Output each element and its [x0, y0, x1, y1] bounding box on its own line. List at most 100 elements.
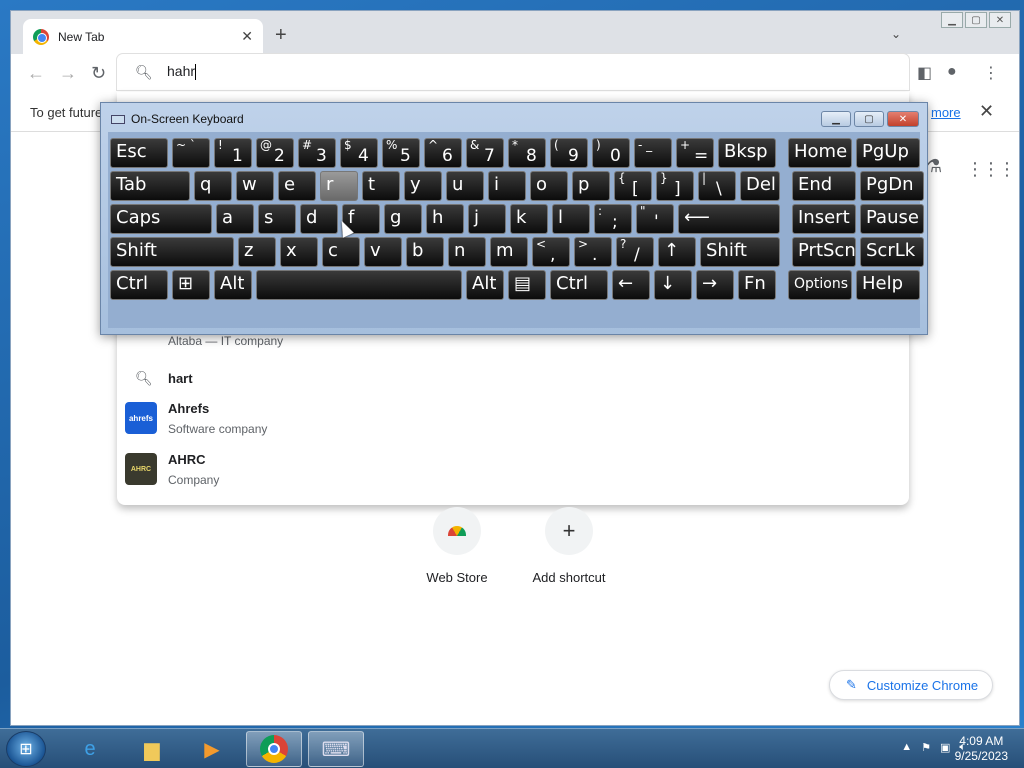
- key-0-7[interactable]: ^ 6: [424, 138, 462, 168]
- key-2-12[interactable]: ⟵: [678, 204, 780, 234]
- key-1-12[interactable]: }]: [656, 171, 694, 201]
- suggestion-ahrc[interactable]: AHRC AHRC Company: [117, 449, 909, 495]
- close-window-button[interactable]: ✕: [989, 12, 1011, 28]
- key-1-15[interactable]: End: [792, 171, 856, 201]
- key-2-9[interactable]: l: [552, 204, 590, 234]
- key-0-16[interactable]: PgUp: [856, 138, 920, 168]
- key-2-10[interactable]: :;: [594, 204, 632, 234]
- key-4-8[interactable]: ↓: [654, 270, 692, 300]
- key-1-8[interactable]: i: [488, 171, 526, 201]
- tab-new-tab[interactable]: New Tab ✕: [23, 19, 263, 54]
- back-icon[interactable]: ←: [27, 63, 45, 84]
- key-1-11[interactable]: {[: [614, 171, 652, 201]
- key-3-6[interactable]: n: [448, 237, 486, 267]
- address-bar[interactable]: 🔍︎ hahr: [117, 54, 909, 90]
- key-2-1[interactable]: a: [216, 204, 254, 234]
- menu-icon[interactable]: ⋮: [983, 63, 999, 83]
- key-3-9[interactable]: >.: [574, 237, 612, 267]
- key-0-6[interactable]: % 5: [382, 138, 420, 168]
- key-3-0[interactable]: Shift: [110, 237, 234, 267]
- clock[interactable]: 4:09 AM 9/25/2023: [955, 734, 1008, 764]
- key-2-3[interactable]: d: [300, 204, 338, 234]
- key-0-13[interactable]: + =: [676, 138, 714, 168]
- suggestion-hart[interactable]: 🔍︎ hart: [117, 364, 909, 394]
- tray-expand-icon[interactable]: ▲: [901, 741, 912, 754]
- key-4-4[interactable]: Alt: [466, 270, 504, 300]
- suggestion-altaba[interactable]: Altaba — IT company: [117, 332, 909, 354]
- key-2-5[interactable]: g: [384, 204, 422, 234]
- explorer-icon[interactable]: ▆: [124, 731, 180, 767]
- action-center-icon[interactable]: ⚑: [921, 741, 931, 754]
- key-4-3[interactable]: [256, 270, 462, 300]
- key-3-12[interactable]: Shift: [700, 237, 780, 267]
- key-2-13[interactable]: Insert: [792, 204, 856, 234]
- key-0-12[interactable]: - _: [634, 138, 672, 168]
- key-1-7[interactable]: u: [446, 171, 484, 201]
- key-2-8[interactable]: k: [510, 204, 548, 234]
- key-4-1[interactable]: ⊞: [172, 270, 210, 300]
- key-1-5[interactable]: t: [362, 171, 400, 201]
- key-0-8[interactable]: & 7: [466, 138, 504, 168]
- key-3-1[interactable]: z: [238, 237, 276, 267]
- key-0-9[interactable]: * 8: [508, 138, 546, 168]
- osk-taskbar-icon[interactable]: ⌨: [308, 731, 364, 767]
- key-4-9[interactable]: →: [696, 270, 734, 300]
- key-3-8[interactable]: <,: [532, 237, 570, 267]
- key-4-6[interactable]: Ctrl: [550, 270, 608, 300]
- key-0-2[interactable]: ! 1: [214, 138, 252, 168]
- key-0-4[interactable]: #3: [298, 138, 336, 168]
- reload-icon[interactable]: ↻: [91, 63, 106, 84]
- key-3-2[interactable]: x: [280, 237, 318, 267]
- key-3-4[interactable]: v: [364, 237, 402, 267]
- key-1-9[interactable]: o: [530, 171, 568, 201]
- key-1-1[interactable]: q: [194, 171, 232, 201]
- key-2-7[interactable]: j: [468, 204, 506, 234]
- key-3-3[interactable]: c: [322, 237, 360, 267]
- start-button[interactable]: ⊞: [6, 731, 46, 767]
- labs-icon[interactable]: ⚗: [926, 156, 942, 177]
- media-player-icon[interactable]: ▶: [184, 731, 240, 767]
- key-0-10[interactable]: (9: [550, 138, 588, 168]
- key-3-13[interactable]: PrtScn: [792, 237, 856, 267]
- minimize-button[interactable]: ▁: [941, 12, 963, 28]
- infobar-close-icon[interactable]: ✕: [979, 101, 994, 122]
- address-input[interactable]: hahr: [167, 63, 197, 81]
- tab-close-icon[interactable]: ✕: [241, 28, 253, 45]
- key-2-0[interactable]: Caps: [110, 204, 212, 234]
- key-4-11[interactable]: Options: [788, 270, 852, 300]
- key-4-5[interactable]: ▤: [508, 270, 546, 300]
- key-4-0[interactable]: Ctrl: [110, 270, 168, 300]
- key-0-0[interactable]: Esc: [110, 138, 168, 168]
- customize-chrome-button[interactable]: ✎ Customize Chrome: [829, 670, 993, 700]
- side-panel-icon[interactable]: ◧: [917, 63, 932, 83]
- key-4-7[interactable]: ←: [612, 270, 650, 300]
- key-2-14[interactable]: Pause: [860, 204, 924, 234]
- key-1-0[interactable]: Tab: [110, 171, 190, 201]
- shortcut-web-store[interactable]: Web Store: [412, 507, 502, 585]
- forward-icon[interactable]: →: [59, 63, 77, 84]
- apps-grid-icon[interactable]: ⋮⋮⋮: [966, 159, 1016, 180]
- key-3-7[interactable]: m: [490, 237, 528, 267]
- key-4-10[interactable]: Fn: [738, 270, 776, 300]
- key-3-14[interactable]: ScrLk: [860, 237, 924, 267]
- key-0-15[interactable]: Home: [788, 138, 852, 168]
- chrome-taskbar-icon[interactable]: [246, 731, 302, 767]
- key-1-6[interactable]: y: [404, 171, 442, 201]
- key-1-2[interactable]: w: [236, 171, 274, 201]
- key-2-2[interactable]: s: [258, 204, 296, 234]
- tab-search-icon[interactable]: ⌄: [891, 27, 901, 41]
- osk-maximize-button[interactable]: ▢: [854, 111, 884, 127]
- suggestion-ahrefs[interactable]: ahrefs Ahrefs Software company: [117, 398, 909, 444]
- key-1-10[interactable]: p: [572, 171, 610, 201]
- key-1-16[interactable]: PgDn: [860, 171, 924, 201]
- key-0-3[interactable]: @2: [256, 138, 294, 168]
- key-1-13[interactable]: | \: [698, 171, 736, 201]
- key-0-14[interactable]: Bksp: [718, 138, 776, 168]
- key-2-11[interactable]: " ': [636, 204, 674, 234]
- key-4-12[interactable]: Help: [856, 270, 920, 300]
- key-0-1[interactable]: ~ `: [172, 138, 210, 168]
- network-icon[interactable]: ▣: [940, 741, 950, 754]
- new-tab-button[interactable]: +: [275, 25, 287, 45]
- key-4-2[interactable]: Alt: [214, 270, 252, 300]
- profile-icon[interactable]: ●: [947, 63, 957, 81]
